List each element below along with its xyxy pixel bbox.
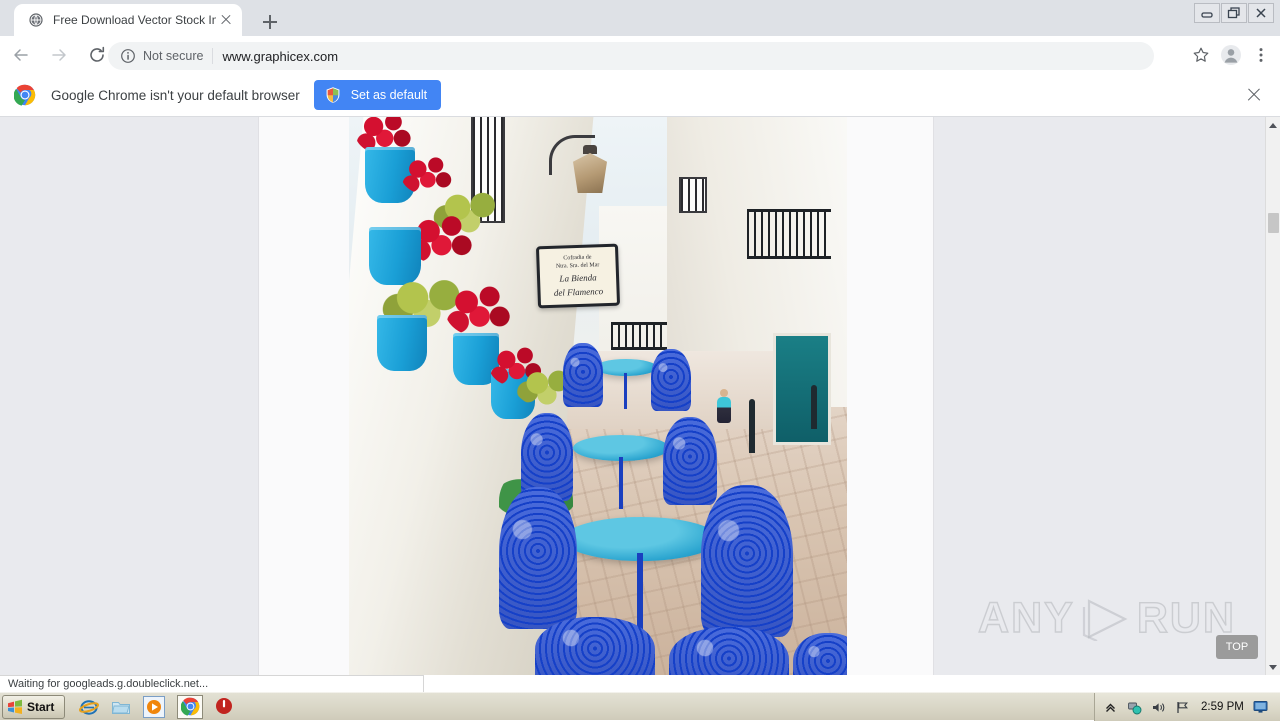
window-controls bbox=[1193, 2, 1274, 24]
photo-sign-text: Cofradia de Ntra. Sra. del Mar La Bienda… bbox=[544, 252, 612, 300]
address-bar[interactable]: Not secure www.graphicex.com bbox=[108, 42, 1154, 70]
default-browser-infobar: Google Chrome isn't your default browser… bbox=[0, 74, 1280, 117]
photo-cafe-chair bbox=[663, 417, 717, 505]
minimize-button[interactable] bbox=[1194, 3, 1220, 23]
sign-script-1: La Bienda bbox=[559, 272, 597, 284]
stock-photo[interactable]: Cofradia de Ntra. Sra. del Mar La Bienda… bbox=[349, 117, 847, 675]
star-icon[interactable] bbox=[1186, 40, 1216, 70]
photo-cafe-chair bbox=[535, 617, 655, 675]
scroll-down-arrow-icon[interactable] bbox=[1266, 660, 1280, 675]
media-player-icon[interactable] bbox=[143, 695, 166, 718]
security-flag-icon[interactable] bbox=[1175, 700, 1190, 715]
windows-taskbar: Start 2:59 PM bbox=[0, 692, 1280, 721]
omnibox-divider bbox=[212, 48, 214, 64]
photo-shop-sign: Cofradia de Ntra. Sra. del Mar La Bienda… bbox=[535, 243, 621, 309]
shield-icon bbox=[324, 86, 342, 104]
photo-bollard bbox=[749, 399, 755, 453]
tab-strip: Free Download Vector Stock Image F bbox=[0, 0, 1280, 36]
browser-window: Free Download Vector Stock Image F bbox=[0, 0, 1280, 692]
photo-red-flowers bbox=[445, 283, 517, 337]
photo-blue-pot bbox=[377, 315, 427, 371]
chrome-logo-icon bbox=[13, 84, 36, 106]
page-content-column: Cofradia de Ntra. Sra. del Mar La Bienda… bbox=[258, 117, 934, 675]
three-dot-menu-icon[interactable] bbox=[1246, 40, 1276, 70]
infobar-close-icon[interactable] bbox=[1246, 87, 1262, 103]
sign-script-2: del Flamenco bbox=[553, 286, 604, 298]
security-label: Not secure bbox=[143, 49, 204, 63]
avatar-icon[interactable] bbox=[1216, 40, 1246, 70]
page-viewport: Cofradia de Ntra. Sra. del Mar La Bienda… bbox=[0, 117, 1280, 675]
scroll-up-arrow-icon[interactable] bbox=[1266, 117, 1280, 132]
photo-pedestrian bbox=[717, 397, 731, 423]
url-text: www.graphicex.com bbox=[222, 48, 339, 64]
volume-icon[interactable] bbox=[1151, 700, 1166, 715]
new-tab-button[interactable] bbox=[256, 8, 284, 36]
anyrun-watermark: ANY RUN bbox=[977, 593, 1236, 643]
photo-cafe-chair bbox=[701, 485, 793, 637]
status-bar: Waiting for googleads.g.doubleclick.net.… bbox=[0, 675, 424, 692]
photo-bollard bbox=[811, 385, 817, 429]
restore-button[interactable] bbox=[1221, 3, 1247, 23]
photo-balcony-railing bbox=[611, 322, 667, 350]
photo-shopfront bbox=[773, 333, 831, 445]
photo-lamp-cap bbox=[583, 145, 597, 154]
photo-cafe-chair bbox=[563, 343, 603, 407]
scrollbar-thumb[interactable] bbox=[1268, 213, 1279, 233]
photo-table-leg bbox=[624, 373, 627, 409]
photo-blue-pot bbox=[369, 227, 421, 285]
chrome-taskbar-icon[interactable] bbox=[177, 694, 204, 719]
tab-title: Free Download Vector Stock Image F bbox=[53, 13, 216, 27]
back-arrow-icon[interactable] bbox=[4, 38, 38, 72]
photo-window-grille bbox=[679, 177, 707, 213]
quick-launch-bar bbox=[79, 694, 235, 719]
photo-table-leg bbox=[619, 457, 623, 509]
infobar-message: Google Chrome isn't your default browser bbox=[51, 87, 300, 103]
internet-explorer-icon[interactable] bbox=[79, 697, 100, 717]
photo-cafe-chair bbox=[651, 349, 691, 411]
browser-tab[interactable]: Free Download Vector Stock Image F bbox=[14, 4, 242, 36]
system-tray: 2:59 PM bbox=[1094, 693, 1280, 721]
set-as-default-button[interactable]: Set as default bbox=[313, 80, 442, 110]
start-label: Start bbox=[27, 699, 55, 714]
display-icon[interactable] bbox=[1253, 700, 1268, 715]
file-explorer-icon[interactable] bbox=[111, 697, 131, 717]
start-button[interactable]: Start bbox=[2, 694, 66, 719]
info-circle-icon[interactable] bbox=[120, 48, 136, 64]
network-icon[interactable] bbox=[1127, 700, 1142, 715]
sign-line-2: Ntra. Sra. del Mar bbox=[555, 262, 600, 270]
photo-cafe-chair bbox=[499, 487, 577, 629]
photo-red-flowers bbox=[401, 155, 457, 195]
forward-arrow-icon[interactable] bbox=[42, 38, 76, 72]
tab-close-icon[interactable] bbox=[218, 12, 234, 28]
play-triangle-icon bbox=[1081, 597, 1131, 641]
tray-expand-icon[interactable] bbox=[1103, 700, 1118, 715]
photo-pedestrian-head bbox=[720, 389, 728, 397]
tray-clock[interactable]: 2:59 PM bbox=[1201, 701, 1244, 713]
photo-balcony-railing bbox=[747, 209, 831, 259]
windows-flag-icon bbox=[7, 699, 23, 715]
status-text: Waiting for googleads.g.doubleclick.net.… bbox=[8, 678, 209, 690]
photo-canvas: Cofradia de Ntra. Sra. del Mar La Bienda… bbox=[349, 117, 847, 675]
watermark-left: ANY bbox=[977, 593, 1075, 642]
toolbar-right-group bbox=[1186, 40, 1276, 70]
globe-icon bbox=[28, 12, 44, 28]
page-scrollbar[interactable] bbox=[1265, 117, 1280, 675]
set-as-default-label: Set as default bbox=[350, 88, 428, 102]
window-close-button[interactable] bbox=[1248, 3, 1274, 23]
shutdown-icon[interactable] bbox=[215, 697, 235, 717]
scroll-to-top-button[interactable]: TOP bbox=[1216, 635, 1258, 659]
